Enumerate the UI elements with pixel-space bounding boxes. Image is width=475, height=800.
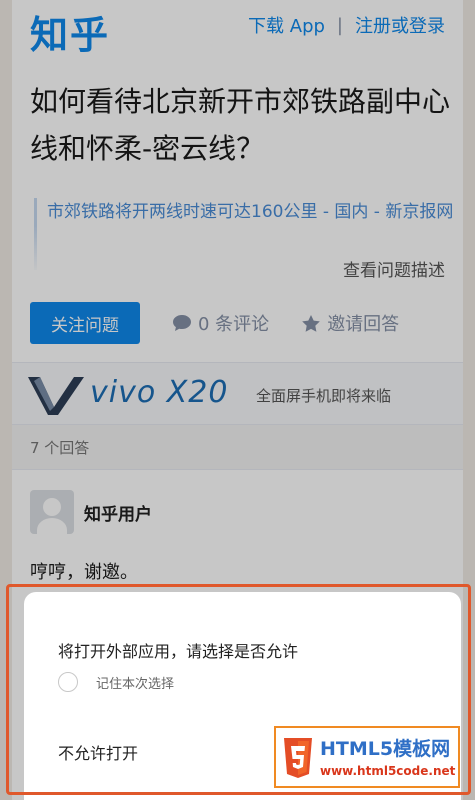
html5-shield-icon (284, 738, 312, 778)
watermark: HTML5模板网 www.html5code.net (274, 726, 460, 788)
watermark-title: HTML5模板网 (320, 738, 451, 760)
watermark-url: www.html5code.net (320, 764, 456, 778)
